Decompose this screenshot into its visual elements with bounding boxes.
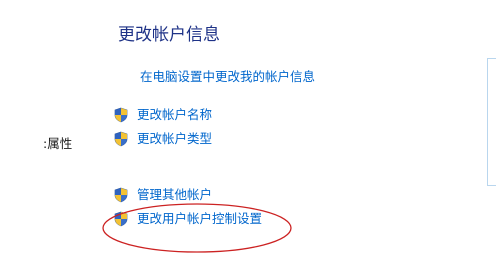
user-accounts-panel: 更改帐户信息 在电脑设置中更改我的帐户信息 更改帐户名称 更改帐户类型 :属性 [0,0,496,278]
page-title: 更改帐户信息 [118,25,220,45]
sidebar-properties-label: :属性 [43,136,73,151]
pc-settings-account-link[interactable]: 在电脑设置中更改我的帐户信息 [140,66,315,85]
uac-shield-icon [114,107,128,123]
change-account-name-task[interactable]: 更改帐户名称 [113,106,212,124]
uac-shield-icon [114,131,128,147]
change-account-type-link[interactable]: 更改帐户类型 [137,131,212,147]
change-account-type-task[interactable]: 更改帐户类型 [113,130,212,148]
right-info-panel [487,58,496,186]
red-highlight-ellipse [102,203,292,253]
change-account-name-link[interactable]: 更改帐户名称 [137,107,212,123]
